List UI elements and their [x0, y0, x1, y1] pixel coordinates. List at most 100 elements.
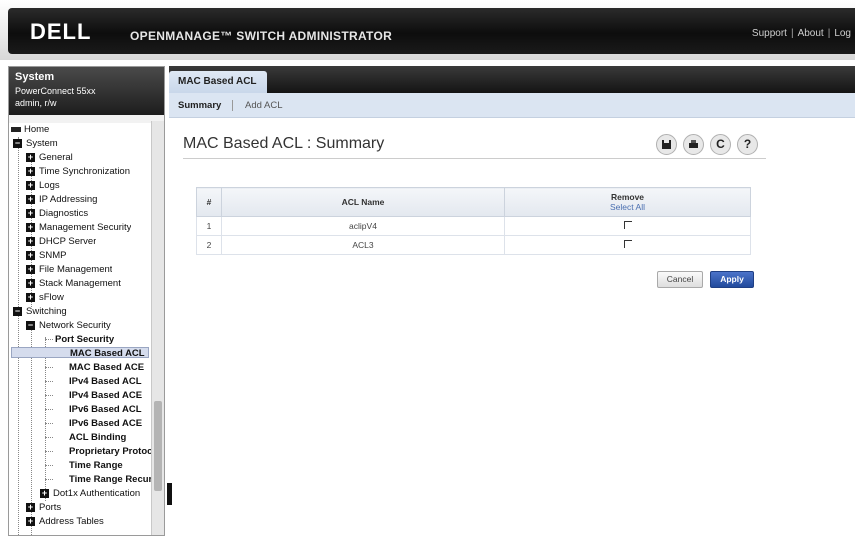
- subtab-bar: Summary Add ACL: [169, 93, 855, 118]
- row-acl-name: aclipV4: [221, 216, 505, 236]
- table-header-row: # ACL Name Remove Select All: [196, 187, 751, 217]
- remove-checkbox[interactable]: [623, 240, 632, 248]
- page-toolbar: C ?: [656, 134, 768, 155]
- tree-home[interactable]: Home: [11, 123, 49, 136]
- expand-icon[interactable]: +: [26, 292, 35, 302]
- about-link[interactable]: About: [798, 28, 824, 39]
- tree-item-snmp[interactable]: + SNMP: [26, 249, 66, 262]
- expand-icon[interactable]: +: [26, 236, 35, 246]
- tree-label: Time Range: [69, 460, 123, 471]
- print-icon[interactable]: [683, 134, 704, 155]
- collapse-icon[interactable]: −: [26, 320, 35, 330]
- expand-icon[interactable]: +: [26, 208, 35, 218]
- tree-label: MAC Based ACE: [69, 362, 145, 373]
- expand-icon[interactable]: +: [26, 264, 35, 274]
- tree-label: Time Synchronization: [39, 166, 130, 177]
- tree-item-file-management[interactable]: + File Management: [26, 263, 112, 276]
- apply-button[interactable]: Apply: [710, 271, 754, 288]
- page-title: MAC Based ACL : Summary: [183, 135, 385, 152]
- tree-item-management-security[interactable]: + Management Security: [26, 221, 131, 234]
- tree-item-stack-management[interactable]: + Stack Management: [26, 277, 121, 290]
- tree-item-general[interactable]: + General: [26, 151, 73, 164]
- tab-label: MAC Based ACL: [178, 76, 257, 87]
- collapse-icon[interactable]: −: [13, 306, 22, 316]
- save-icon[interactable]: [656, 134, 677, 155]
- tree-item-diagnostics[interactable]: + Diagnostics: [26, 207, 88, 220]
- collapse-icon[interactable]: −: [13, 138, 22, 148]
- tree-item-ipv4-based-acl[interactable]: IPv4 Based ACL: [69, 375, 142, 388]
- tree-label: Logs: [39, 180, 60, 191]
- tree-label: Management Security: [39, 222, 132, 233]
- tree-label: Ports: [39, 502, 62, 513]
- title-divider: [183, 158, 766, 159]
- tree-item-mac-based-acl[interactable]: MAC Based ACL: [11, 347, 149, 358]
- tree-label: Dot1x Authentication: [53, 488, 141, 499]
- support-link[interactable]: Support: [752, 28, 787, 39]
- tree-item-sflow[interactable]: + sFlow: [26, 291, 64, 304]
- expand-icon[interactable]: +: [26, 194, 35, 204]
- tree-label: SNMP: [39, 250, 67, 261]
- tab-mac-based-acl[interactable]: MAC Based ACL: [169, 71, 267, 93]
- tree-network-security[interactable]: − Network Security: [26, 319, 111, 332]
- tree-item-time-range-recurring[interactable]: Time Range Recurring: [69, 473, 151, 486]
- tree-label: Switching: [26, 306, 67, 317]
- home-icon: [11, 126, 21, 132]
- expand-icon[interactable]: +: [26, 222, 35, 232]
- tree-item-ipv6-based-acl[interactable]: IPv6 Based ACL: [69, 403, 142, 416]
- tree-label: Port Security: [55, 334, 115, 345]
- tree-label: Address Tables: [39, 516, 104, 527]
- scrollbar-thumb[interactable]: [154, 401, 162, 491]
- table-row: 2 ACL3: [196, 235, 751, 255]
- tab-bar: MAC Based ACL: [169, 66, 855, 93]
- tree-item-time-sync[interactable]: + Time Synchronization: [26, 165, 130, 178]
- col-number-header: #: [196, 187, 222, 217]
- tree-item-ports[interactable]: + Ports: [26, 501, 61, 514]
- row-remove-cell: [504, 235, 751, 255]
- logout-link[interactable]: Log: [834, 28, 851, 39]
- subtab-summary[interactable]: Summary: [178, 100, 221, 111]
- tree-label: sFlow: [39, 292, 64, 303]
- tree-item-dot1x[interactable]: + Dot1x Authentication: [40, 487, 151, 500]
- remove-checkbox[interactable]: [623, 221, 632, 229]
- tree-item-mac-based-ace[interactable]: MAC Based ACE: [69, 361, 144, 374]
- header-banner: DELL OPENMANAGE™ SWITCH ADMINISTRATOR Su…: [8, 8, 855, 54]
- tree-item-address-tables[interactable]: + Address Tables: [26, 515, 104, 528]
- help-icon[interactable]: ?: [737, 134, 758, 155]
- tree-item-ipv6-based-ace[interactable]: IPv6 Based ACE: [69, 417, 142, 430]
- tree-item-port-security[interactable]: Port Security: [55, 333, 114, 346]
- col-remove-header: Remove Select All: [504, 187, 751, 217]
- tree-label: DHCP Server: [39, 236, 97, 247]
- refresh-icon[interactable]: C: [710, 134, 731, 155]
- tree-item-dhcp-server[interactable]: + DHCP Server: [26, 235, 96, 248]
- system-user: admin, r/w: [15, 98, 57, 108]
- tree-label: Proprietary Protocol: [69, 446, 151, 457]
- tree-system-label: System: [26, 138, 58, 149]
- tree-label: ACL Binding: [69, 432, 127, 443]
- row-number: 1: [196, 216, 222, 236]
- expand-icon[interactable]: +: [26, 250, 35, 260]
- tree-item-ipv4-based-ace[interactable]: IPv4 Based ACE: [69, 389, 142, 402]
- tree-switching[interactable]: − Switching: [13, 305, 67, 318]
- expand-icon[interactable]: +: [26, 166, 35, 176]
- tree-item-proprietary-protocol[interactable]: Proprietary Protocol: [69, 445, 151, 458]
- table-row: 1 aclipV4: [196, 216, 751, 236]
- sidebar-scrollbar[interactable]: [151, 121, 164, 535]
- tree-system[interactable]: − System: [13, 137, 58, 150]
- subtab-add-acl[interactable]: Add ACL: [245, 100, 283, 111]
- tree-item-logs[interactable]: + Logs: [26, 179, 60, 192]
- expand-icon[interactable]: +: [26, 502, 35, 512]
- system-info-panel: System PowerConnect 55xx admin, r/w: [9, 67, 164, 115]
- expand-icon[interactable]: +: [40, 488, 49, 498]
- select-all-link[interactable]: Select All: [506, 202, 749, 212]
- app-title: OPENMANAGE™ SWITCH ADMINISTRATOR: [130, 29, 393, 43]
- expand-icon[interactable]: +: [26, 278, 35, 288]
- tree-item-time-range[interactable]: Time Range: [69, 459, 123, 472]
- expand-icon[interactable]: +: [26, 516, 35, 526]
- tree-item-acl-binding[interactable]: ACL Binding: [69, 431, 126, 444]
- expand-icon[interactable]: +: [26, 152, 35, 162]
- tree-label: Network Security: [39, 320, 111, 331]
- expand-icon[interactable]: +: [26, 180, 35, 190]
- cancel-button[interactable]: Cancel: [657, 271, 703, 288]
- panel-splitter[interactable]: [167, 483, 172, 505]
- tree-item-ip-addressing[interactable]: + IP Addressing: [26, 193, 97, 206]
